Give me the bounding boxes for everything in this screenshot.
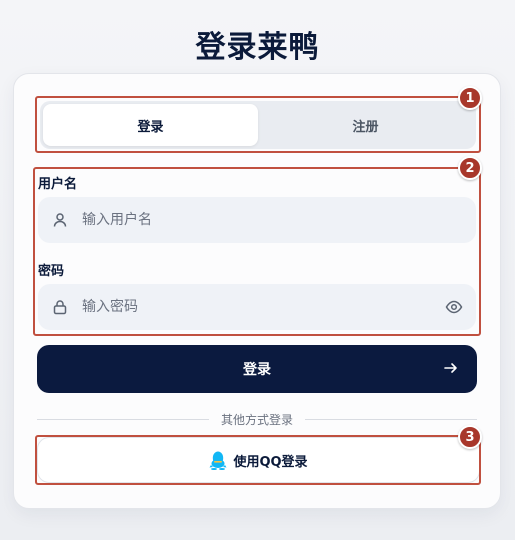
divider-line-right bbox=[305, 418, 478, 420]
qq-penguin-icon bbox=[209, 450, 227, 470]
username-field[interactable] bbox=[38, 197, 476, 243]
tab-login[interactable]: 登录 bbox=[43, 104, 258, 146]
username-input[interactable] bbox=[82, 197, 476, 243]
password-field[interactable] bbox=[38, 284, 476, 330]
username-label: 用户名 bbox=[38, 177, 78, 192]
annotation-badge-2: 2 bbox=[458, 156, 482, 180]
login-button[interactable]: 登录 bbox=[37, 345, 477, 393]
login-button-label: 登录 bbox=[243, 362, 271, 378]
divider: 其他方式登录 bbox=[37, 411, 478, 427]
password-label: 密码 bbox=[38, 264, 65, 279]
arrow-right-icon bbox=[443, 360, 459, 380]
divider-text: 其他方式登录 bbox=[221, 412, 294, 427]
lock-icon bbox=[38, 299, 82, 315]
tab-register[interactable]: 注册 bbox=[258, 104, 473, 146]
auth-tabs: 登录 注册 bbox=[40, 101, 476, 149]
login-page: 登录莱鸭 登录 注册 用户名 密码 登 bbox=[0, 0, 515, 540]
page-title: 登录莱鸭 bbox=[195, 30, 320, 65]
password-input[interactable] bbox=[82, 284, 432, 330]
annotation-badge-1: 1 bbox=[458, 86, 482, 110]
user-icon bbox=[38, 212, 82, 228]
divider-line-left bbox=[37, 418, 209, 420]
qq-login-button[interactable]: 使用QQ登录 bbox=[37, 437, 480, 483]
annotation-badge-3: 3 bbox=[458, 425, 482, 449]
eye-icon[interactable] bbox=[432, 298, 476, 316]
qq-login-label: 使用QQ登录 bbox=[233, 454, 308, 470]
